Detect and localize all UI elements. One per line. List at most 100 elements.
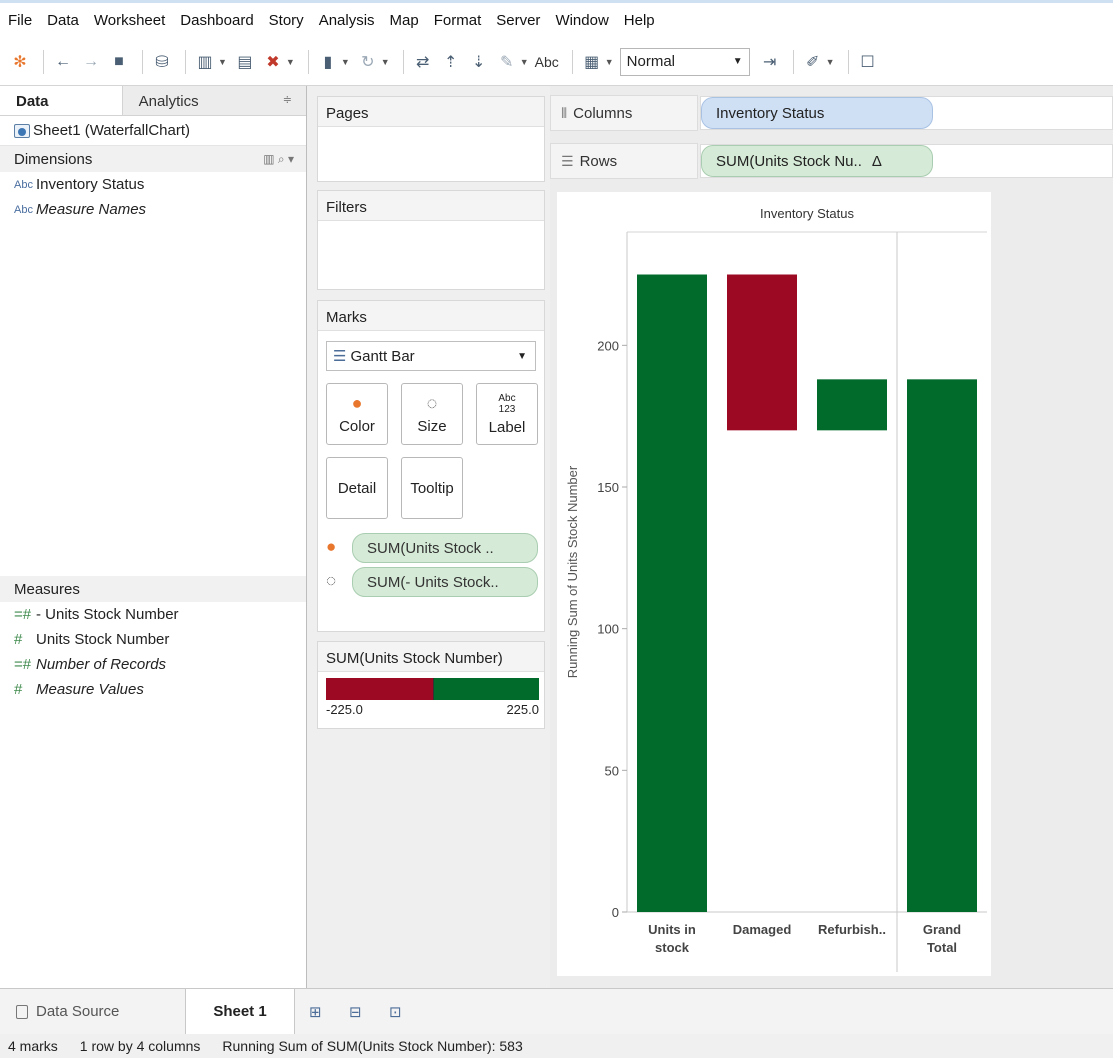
label-icon: Abc 123 [498, 392, 516, 415]
new-worksheet-icon[interactable]: ▥ [193, 50, 217, 74]
save-icon[interactable]: ■ [107, 50, 131, 74]
dimension-field[interactable]: Abc Measure Names [0, 197, 306, 222]
columns-icon: ⦀ [561, 104, 568, 121]
measure-field[interactable]: =# - Units Stock Number [0, 602, 306, 627]
menu-file[interactable]: File [8, 12, 32, 29]
tab-data-source[interactable]: Data Source [0, 989, 185, 1035]
toolbar-separator [43, 49, 44, 74]
menu-window[interactable]: Window [555, 12, 608, 29]
tab-data-source-label: Data Source [36, 1003, 120, 1020]
new-worksheet-tab-icon[interactable]: ⊞ [309, 1003, 335, 1021]
menu-worksheet[interactable]: Worksheet [94, 12, 165, 29]
datasource-item[interactable]: Sheet1 (WaterfallChart) [0, 116, 306, 146]
chevron-down-icon[interactable]: ▼ [381, 57, 390, 67]
duplicate-sheet-icon[interactable]: ▤ [233, 50, 257, 74]
toolbar-separator [571, 49, 573, 74]
presentation-icon[interactable]: ☐ [856, 50, 880, 74]
detail-button[interactable]: Detail [326, 457, 388, 519]
chevron-down-icon[interactable]: ▾ [288, 152, 294, 166]
refresh-icon[interactable]: ↻ [356, 50, 380, 74]
filters-title: Filters [318, 191, 544, 221]
new-story-tab-icon[interactable]: ⊡ [389, 1003, 415, 1021]
toolbar-separator [185, 49, 186, 74]
rows-pill[interactable]: SUM(Units Stock Nu.. Δ [701, 145, 933, 177]
clear-sheet-icon[interactable]: ✖ [261, 50, 285, 74]
chevron-down-icon[interactable]: ▼ [286, 57, 295, 67]
tooltip-button[interactable]: Tooltip [401, 457, 463, 519]
measure-field[interactable]: =# Number of Records [0, 652, 306, 677]
marks-pill-size[interactable]: SUM(- Units Stock.. [352, 567, 538, 597]
measures-list: =# - Units Stock Number # Units Stock Numbe… [0, 602, 306, 702]
chevron-down-icon: ▼ [517, 350, 527, 362]
new-dashboard-tab-icon[interactable]: ⊟ [349, 1003, 375, 1021]
dimension-field[interactable]: Abc Inventory Status [0, 172, 306, 197]
datasource-tab-icon [16, 1004, 28, 1019]
measure-field[interactable]: # Measure Values [0, 677, 306, 702]
menu-format[interactable]: Format [434, 12, 482, 29]
fit-select[interactable]: Normal ▼ [619, 47, 750, 76]
legend-negative-swatch [326, 678, 433, 700]
sort-ascending-icon[interactable]: ⇡ [439, 50, 463, 74]
tab-sheet-1[interactable]: Sheet 1 [185, 988, 295, 1035]
pause-updates-icon[interactable]: ▮ [316, 50, 340, 74]
color-button[interactable]: ● Color [326, 383, 388, 445]
mark-type-value-wrap: ☰ Gantt Bar [333, 347, 415, 365]
pages-card[interactable]: Pages [317, 96, 545, 182]
back-arrow-icon[interactable]: ← [51, 50, 75, 74]
pen-icon[interactable]: ✐ [801, 50, 825, 74]
status-marks: 4 marks [8, 1038, 58, 1054]
tab-data[interactable]: Data [0, 86, 122, 115]
gantt-bar-icon: ☰ [333, 348, 347, 365]
swap-icon[interactable]: ⇄ [411, 50, 435, 74]
minimize-icon[interactable]: ≑ [283, 93, 292, 115]
menu-map[interactable]: Map [390, 12, 419, 29]
toolbar-separator [307, 49, 309, 74]
chevron-down-icon[interactable]: ▼ [520, 57, 529, 67]
tab-analytics-label: Analytics [138, 93, 199, 110]
measure-field[interactable]: # Units Stock Number [0, 627, 306, 652]
size-button-label: Size [417, 418, 447, 435]
tableau-logo-icon[interactable]: ✻ [8, 50, 32, 74]
size-button[interactable]: ◌ Size [401, 383, 463, 445]
menu-story[interactable]: Story [269, 12, 304, 29]
chevron-down-icon[interactable]: ▼ [605, 57, 614, 67]
filters-card[interactable]: Filters [317, 190, 545, 290]
chevron-down-icon[interactable]: ▼ [218, 57, 227, 67]
chevron-down-icon[interactable]: ▼ [341, 57, 350, 67]
measures-section: Measures =# - Units Stock Number # Units St… [0, 576, 306, 702]
label-button[interactable]: Abc 123 Label [476, 383, 538, 445]
columns-drop-zone[interactable]: Inventory Status [700, 96, 1113, 130]
mark-type-value: Gantt Bar [350, 348, 415, 365]
show-me-icon[interactable]: ▦ [580, 50, 604, 74]
columns-pill[interactable]: Inventory Status [701, 97, 933, 129]
mark-type-select[interactable]: ☰ Gantt Bar ▼ [326, 341, 536, 371]
search-icon[interactable]: ⌕ [278, 152, 285, 166]
legend-positive-swatch [433, 678, 539, 700]
menu-dashboard[interactable]: Dashboard [180, 12, 253, 29]
fit-select-value: Normal [626, 53, 675, 70]
y-tick-label: 100 [597, 622, 619, 637]
color-legend-card[interactable]: SUM(Units Stock Number) -225.0 225.0 [317, 641, 545, 729]
waterfall-chart: Inventory Status Running Sum of Units Sto… [565, 206, 987, 972]
forward-arrow-icon[interactable]: → [79, 50, 103, 74]
menu-data[interactable]: Data [47, 12, 79, 29]
string-type-icon: Abc [14, 203, 33, 216]
text-format-label[interactable]: Abc [535, 54, 559, 70]
highlight-icon[interactable]: ✎ [495, 50, 519, 74]
view-grid-icon[interactable]: ▥ [263, 152, 274, 166]
marks-pill-color[interactable]: SUM(Units Stock .. [352, 533, 538, 563]
chevron-down-icon[interactable]: ▼ [826, 57, 835, 67]
sort-descending-icon[interactable]: ⇣ [467, 50, 491, 74]
tab-analytics[interactable]: Analytics ≑ [121, 86, 306, 115]
new-datasource-icon[interactable]: ⛁ [150, 50, 174, 74]
y-axis-title: Running Sum of Units Stock Number [565, 465, 580, 678]
legend-title: SUM(Units Stock Number) [318, 642, 544, 672]
menu-analysis[interactable]: Analysis [319, 12, 375, 29]
sheet-tabs-bar: Data Source Sheet 1 ⊞ ⊟ ⊡ [0, 988, 1113, 1035]
fix-axes-icon[interactable]: ⇥ [758, 50, 782, 74]
chart-title: Inventory Status [760, 206, 854, 221]
menu-help[interactable]: Help [624, 12, 655, 29]
menu-server[interactable]: Server [496, 12, 540, 29]
dimensions-tools[interactable]: ▥ ⌕ ▾ [263, 152, 294, 167]
rows-drop-zone[interactable]: SUM(Units Stock Nu.. Δ [700, 144, 1113, 178]
